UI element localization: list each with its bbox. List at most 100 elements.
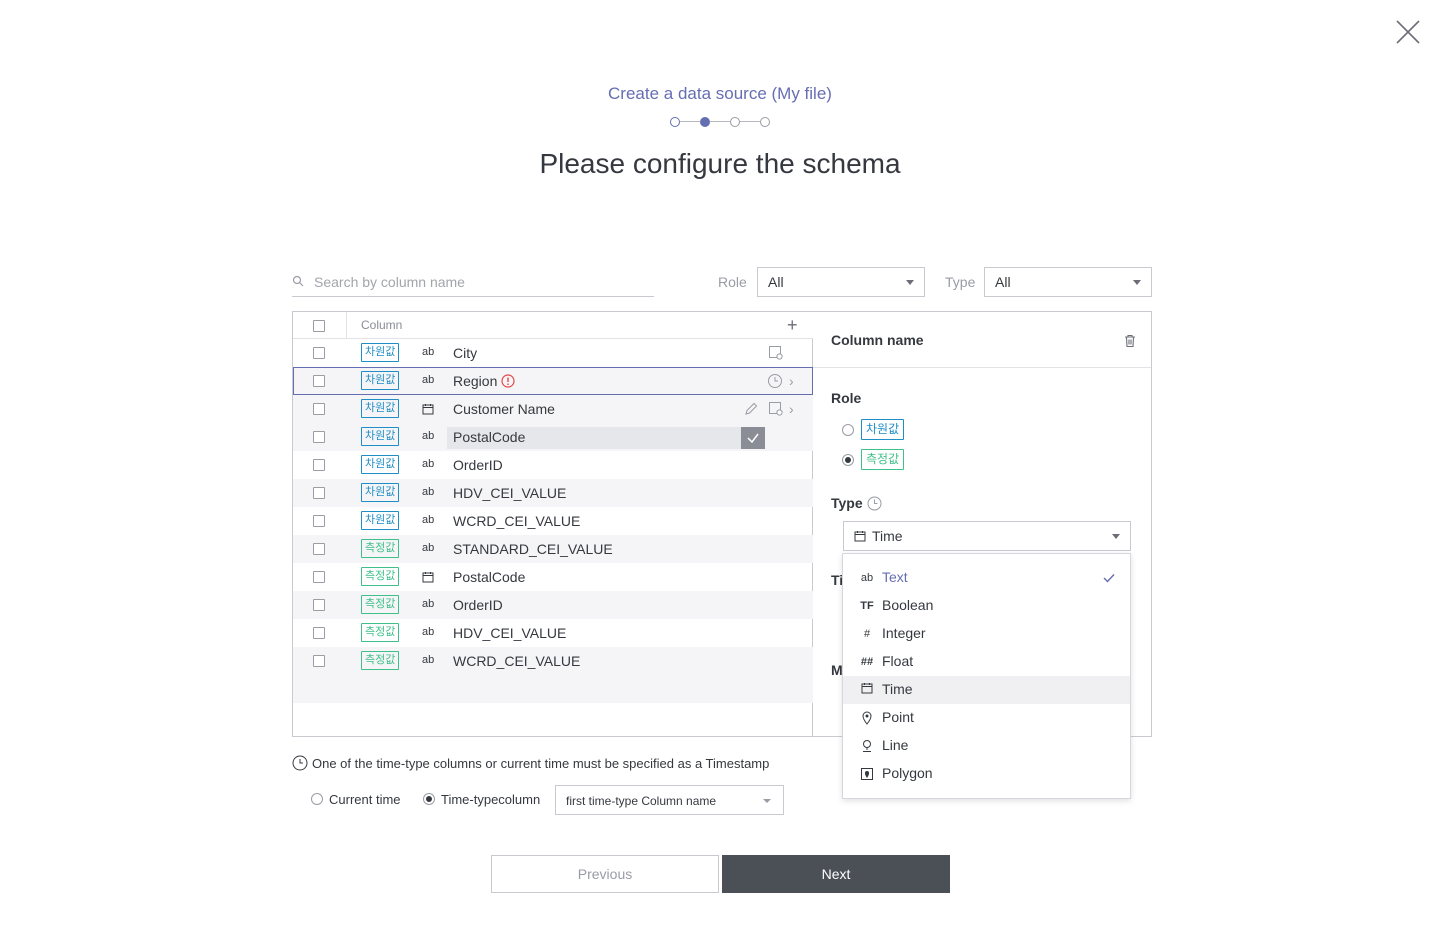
type-option-label: Point (882, 709, 914, 725)
role-badge: 측정값 (361, 595, 400, 614)
row-checkbox[interactable] (313, 459, 325, 471)
role-badge: 차원값 (361, 343, 400, 362)
clock-icon (292, 755, 308, 771)
trash-icon[interactable] (1123, 334, 1137, 348)
type-option-label: Float (882, 653, 914, 669)
role-filter-value: All (768, 274, 784, 290)
type-filter-select[interactable]: All (984, 267, 1152, 297)
current-time-label: Current time (329, 792, 401, 807)
column-settings-icon[interactable] (768, 401, 784, 417)
current-time-radio[interactable] (311, 793, 323, 805)
step-1-dot (670, 117, 680, 127)
row-checkbox[interactable] (313, 543, 325, 555)
calendar-icon (859, 682, 875, 698)
table-row[interactable]: 차원값 ab City (293, 339, 813, 367)
row-checkbox[interactable] (313, 571, 325, 583)
chevron-down-icon (1112, 534, 1120, 539)
next-button[interactable]: Next (722, 855, 950, 893)
previous-button[interactable]: Previous (491, 855, 719, 893)
wizard-subtitle: Create a data source (My file) (608, 84, 832, 103)
table-row[interactable]: 차원값 ab PostalCode (293, 423, 813, 451)
grid-rows: 차원값 ab City 차원값 ab Region › 차원값 Customer Name › 차원… (293, 339, 813, 731)
clock-icon (867, 496, 882, 511)
chevron-right-icon[interactable]: › (789, 401, 794, 417)
role-measure-badge[interactable]: 측정값 (861, 449, 905, 470)
line-pin-icon (859, 738, 875, 754)
table-row[interactable]: 차원값 ab OrderID (293, 451, 813, 479)
table-row[interactable]: 차원값 ab HDV_CEI_VALUE (293, 479, 813, 507)
type-option-time[interactable]: Time (843, 676, 1130, 704)
timestamp-column-value: first time-type Column name (566, 794, 717, 808)
type-filter-value: All (995, 274, 1011, 290)
type-option-float[interactable]: ## Float (843, 648, 1130, 676)
row-checkbox[interactable] (313, 487, 325, 499)
step-4-dot (760, 117, 770, 127)
type-option-label: Boolean (882, 597, 934, 613)
role-measure-radio[interactable] (842, 454, 854, 466)
detail-title: Column name (831, 332, 924, 348)
empty-row (293, 703, 813, 731)
timestamp-note-text: One of the time-type columns or current … (312, 756, 770, 771)
table-row[interactable]: 측정값 ab OrderID (293, 591, 813, 619)
time-column-option[interactable]: Time-typecolumn (423, 792, 540, 807)
column-name: City (453, 345, 478, 361)
page-title: Please configure the schema (539, 148, 901, 179)
column-name: OrderID (453, 597, 503, 613)
role-label: Role (831, 390, 862, 406)
row-checkbox[interactable] (313, 599, 325, 611)
type-option-polygon[interactable]: Polygon (843, 760, 1130, 788)
type-option-point[interactable]: Point (843, 704, 1130, 732)
row-checkbox[interactable] (313, 431, 325, 443)
close-button[interactable] (1394, 18, 1422, 46)
select-all-checkbox[interactable] (313, 320, 325, 332)
current-time-option[interactable]: Current time (311, 792, 401, 807)
chevron-down-icon (763, 799, 771, 803)
table-row[interactable]: 측정값 ab WCRD_CEI_VALUE (293, 647, 813, 675)
text-type-icon: ab (422, 430, 435, 442)
role-badge: 차원값 (361, 371, 400, 390)
type-option-integer[interactable]: # Integer (843, 620, 1130, 648)
table-row[interactable]: 차원값 Customer Name › (293, 395, 813, 423)
column-name: WCRD_CEI_VALUE (453, 653, 581, 669)
row-checkbox[interactable] (313, 655, 325, 667)
column-name-input[interactable]: PostalCode (447, 427, 765, 449)
time-column-radio[interactable] (423, 793, 435, 805)
type-select[interactable]: Time (843, 521, 1131, 551)
column-name: OrderID (453, 457, 503, 473)
role-dimension-badge[interactable]: 차원값 (861, 419, 905, 440)
role-badge: 측정값 (361, 623, 400, 642)
column-name-value: PostalCode (453, 429, 526, 445)
type-option-boolean[interactable]: TF Boolean (843, 592, 1130, 620)
row-checkbox[interactable] (313, 375, 325, 387)
row-checkbox[interactable] (313, 515, 325, 527)
table-row[interactable]: 측정값 ab HDV_CEI_VALUE (293, 619, 813, 647)
row-checkbox[interactable] (313, 627, 325, 639)
type-option-line[interactable]: Line (843, 732, 1130, 760)
polygon-icon (859, 766, 875, 782)
add-column-button[interactable]: + (787, 316, 798, 334)
warning-icon (501, 374, 515, 388)
row-checkbox[interactable] (313, 403, 325, 415)
role-filter-select[interactable]: All (757, 267, 925, 297)
timestamp-column-select[interactable]: first time-type Column name (555, 785, 784, 815)
type-option-text[interactable]: ab Text (843, 564, 1130, 592)
confirm-rename-button[interactable] (741, 427, 765, 449)
table-row[interactable]: 차원값 ab WCRD_CEI_VALUE (293, 507, 813, 535)
time-column-label: Time-typecolumn (441, 792, 541, 807)
row-checkbox[interactable] (313, 347, 325, 359)
table-row[interactable]: 차원값 ab Region › (293, 367, 813, 395)
column-search (292, 267, 654, 297)
role-dimension-radio[interactable] (842, 424, 854, 436)
calendar-icon (422, 571, 436, 585)
clock-icon[interactable] (767, 373, 783, 389)
chevron-right-icon[interactable]: › (789, 373, 794, 389)
pencil-icon[interactable] (743, 401, 759, 417)
search-input[interactable] (314, 271, 644, 293)
column-settings-icon[interactable] (768, 345, 784, 361)
column-name: Customer Name (453, 401, 555, 417)
table-row[interactable]: 측정값 PostalCode (293, 563, 813, 591)
role-badge: 차원값 (361, 455, 400, 474)
type-filter-label: Type (945, 274, 976, 290)
table-row[interactable]: 측정값 ab STANDARD_CEI_VALUE (293, 535, 813, 563)
step-indicator (670, 116, 772, 128)
